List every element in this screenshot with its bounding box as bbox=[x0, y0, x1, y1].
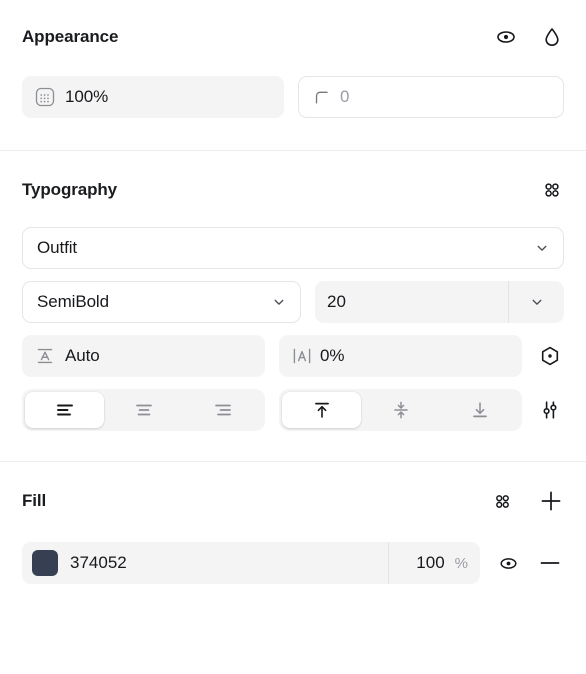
appearance-section: Appearance 100% 0 bbox=[0, 0, 586, 118]
style-library-icon[interactable] bbox=[491, 490, 514, 513]
fill-header-actions bbox=[491, 488, 564, 514]
fill-section: Fill 374052 100 % bbox=[0, 462, 586, 584]
style-library-icon[interactable] bbox=[540, 178, 564, 202]
hexagon-dot-icon[interactable] bbox=[536, 345, 564, 367]
fill-item-row: 374052 100 % bbox=[22, 542, 564, 584]
font-size-dropdown-button[interactable] bbox=[508, 281, 564, 323]
align-top-button[interactable] bbox=[282, 392, 361, 428]
letter-spacing-field[interactable]: 0% bbox=[279, 335, 522, 377]
align-center-button[interactable] bbox=[104, 392, 183, 428]
typography-header-actions bbox=[540, 178, 564, 202]
letter-spacing-icon bbox=[291, 345, 313, 367]
horizontal-align-group bbox=[22, 389, 265, 431]
add-icon[interactable] bbox=[538, 488, 564, 514]
align-bottom-button[interactable] bbox=[440, 392, 519, 428]
vertical-align-group bbox=[279, 389, 522, 431]
align-middle-button[interactable] bbox=[361, 392, 440, 428]
opacity-grid-icon bbox=[34, 86, 56, 108]
font-size-combo[interactable]: 20 bbox=[315, 281, 564, 323]
font-weight-select[interactable]: SemiBold bbox=[22, 281, 301, 323]
corner-radius-icon bbox=[313, 88, 331, 106]
appearance-header-actions bbox=[494, 25, 564, 49]
alignment-row bbox=[22, 389, 564, 431]
font-size-value[interactable]: 20 bbox=[315, 281, 508, 323]
typography-section: Typography Outfit SemiBold 20 Auto 0% bbox=[0, 151, 586, 431]
fill-opacity-value[interactable]: 100 bbox=[389, 553, 444, 573]
font-family-value: Outfit bbox=[37, 238, 78, 257]
typography-title: Typography bbox=[22, 180, 118, 199]
align-right-button[interactable] bbox=[183, 392, 262, 428]
chevron-down-icon bbox=[530, 295, 544, 309]
eye-icon[interactable] bbox=[494, 25, 518, 49]
opacity-field[interactable]: 100% bbox=[22, 76, 284, 118]
font-weight-size-row: SemiBold 20 bbox=[22, 281, 564, 323]
line-letter-row: Auto 0% bbox=[22, 335, 564, 377]
blend-mode-icon[interactable] bbox=[540, 25, 564, 49]
line-height-value: Auto bbox=[65, 346, 100, 365]
minus-icon[interactable] bbox=[536, 550, 564, 576]
chevron-down-icon bbox=[272, 295, 286, 309]
fill-header: Fill bbox=[22, 484, 564, 518]
fill-opacity-unit: % bbox=[454, 554, 468, 572]
sliders-icon[interactable] bbox=[536, 399, 564, 421]
typography-header: Typography bbox=[22, 173, 564, 207]
appearance-fields-row: 100% 0 bbox=[22, 76, 564, 118]
font-family-select[interactable]: Outfit bbox=[22, 227, 564, 269]
align-left-button[interactable] bbox=[25, 392, 104, 428]
line-height-icon bbox=[34, 345, 56, 367]
corner-radius-field[interactable]: 0 bbox=[298, 76, 564, 118]
appearance-title: Appearance bbox=[22, 27, 119, 46]
properties-panel: Appearance 100% 0 Typography Outfit Semi… bbox=[0, 0, 586, 674]
font-family-row: Outfit bbox=[22, 227, 564, 269]
fill-hex-value: 374052 bbox=[70, 553, 127, 572]
letter-spacing-value: 0% bbox=[320, 346, 345, 365]
chevron-down-icon bbox=[535, 241, 549, 255]
fill-color-field[interactable]: 374052 100 % bbox=[22, 542, 480, 584]
eye-icon[interactable] bbox=[494, 552, 522, 575]
font-weight-value: SemiBold bbox=[37, 292, 109, 311]
opacity-value: 100% bbox=[65, 87, 109, 106]
appearance-header: Appearance bbox=[22, 20, 564, 54]
corner-radius-value: 0 bbox=[340, 87, 350, 106]
line-height-field[interactable]: Auto bbox=[22, 335, 265, 377]
color-swatch[interactable] bbox=[32, 550, 58, 576]
fill-title: Fill bbox=[22, 491, 47, 510]
